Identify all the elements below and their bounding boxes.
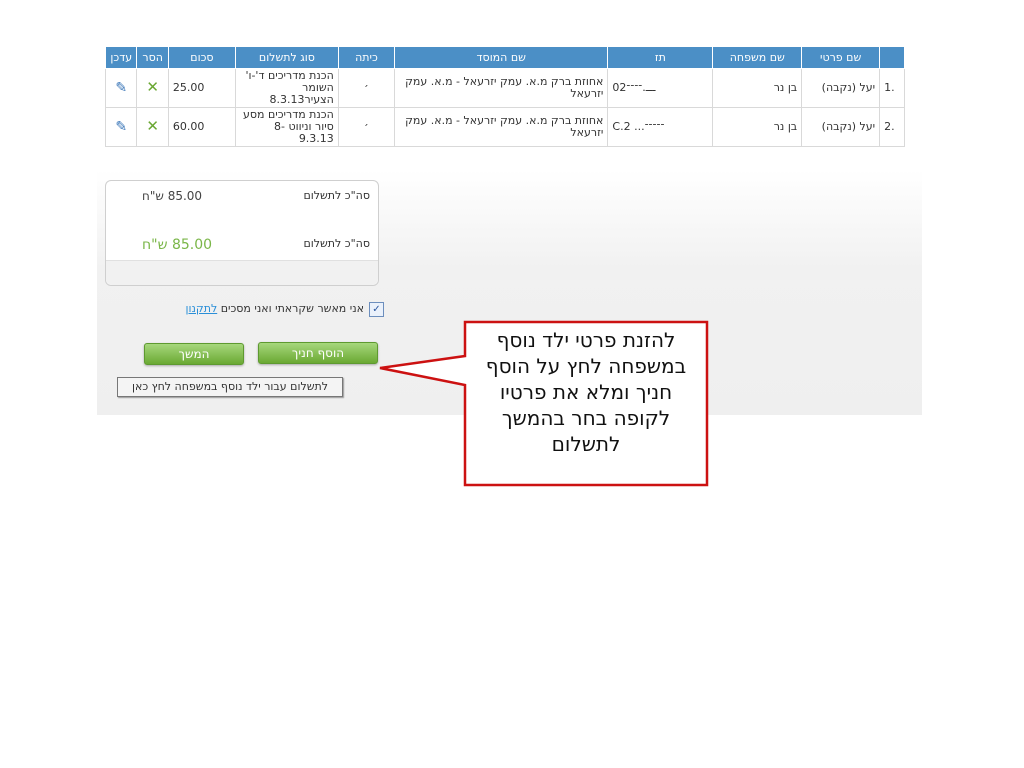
institution-cell: אחוזת ברק מ.א. עמק יזרעאל - מ.א. עמק יזר…: [394, 68, 609, 108]
table-row: .1 יעל (נקבה) בן נר 0ـــ.־־־־2 אחוזת ברק…: [104, 68, 905, 108]
remove-cell[interactable]: ✕: [136, 68, 169, 108]
amount-cell: 60.00: [167, 107, 236, 147]
id-cell: 0ـــ.־־־־2: [607, 68, 714, 108]
header-last-name: שם משפחה: [712, 46, 803, 69]
callout-text: להזנת פרטי ילד נוסף במשפחה לחץ על הוסף ח…: [485, 328, 687, 456]
total-label: סה"כ לתשלום: [303, 189, 370, 202]
header-index: [879, 46, 905, 69]
add-child-button[interactable]: הוסף חניך: [258, 342, 378, 364]
terms-checkbox[interactable]: ✓: [369, 302, 384, 317]
header-amount: סכום: [167, 46, 236, 69]
pencil-icon[interactable]: ✎: [115, 80, 127, 96]
header-payment-type: סוג לתשלום: [234, 46, 339, 69]
class-cell: ׳: [337, 107, 396, 147]
table-row: .2 יעל (נקבה) בן נר C.־־־־־... 2 אחוזת ב…: [104, 107, 905, 147]
total-amount: 85.00: [167, 189, 203, 203]
payment-type-cell: הכנת מדריכים ד'-ו' השומר הצעיר8.3.13: [234, 68, 339, 108]
first-name-cell: יעל (נקבה): [801, 107, 881, 147]
table-header-row: שם פרטי שם משפחה תז שם המוסד כיתה סוג לת…: [104, 46, 905, 69]
currency: ש"ח: [142, 237, 168, 253]
header-institution: שם המוסד: [394, 46, 609, 69]
totals-footer: [106, 260, 378, 285]
class-cell: ׳: [337, 68, 396, 108]
header-id: תז: [607, 46, 714, 69]
payments-table: שם פרטי שם משפחה תז שם המוסד כיתה סוג לת…: [104, 46, 905, 147]
edit-cell[interactable]: ✎: [104, 68, 138, 108]
pencil-icon[interactable]: ✎: [115, 119, 127, 135]
last-name-cell: בן נר: [712, 107, 803, 147]
last-name-cell: בן נר: [712, 68, 803, 108]
row-index: .2: [879, 107, 905, 147]
row-index: .1: [879, 68, 905, 108]
header-edit: עדכן: [104, 46, 138, 69]
total-value: 85.00 ש"ח: [142, 189, 202, 203]
remove-cell[interactable]: ✕: [136, 107, 169, 147]
terms-text: אני מאשר שקראתי ואני מסכים לתקנון: [186, 302, 364, 315]
edit-cell[interactable]: ✎: [104, 107, 138, 147]
x-icon[interactable]: ✕: [146, 117, 159, 135]
header-class: כיתה: [337, 46, 396, 69]
amount-cell: 25.00: [167, 68, 236, 108]
x-icon[interactable]: ✕: [146, 78, 159, 96]
totals-box: סה"כ לתשלום 85.00 ש"ח סה"כ לתשלום 85.00 …: [105, 180, 379, 286]
continue-button[interactable]: המשך: [144, 343, 244, 365]
id-cell: C.־־־־־... 2: [607, 107, 714, 147]
header-remove: הסר: [136, 46, 169, 69]
terms-label: אני מאשר שקראתי ואני מסכים: [217, 302, 364, 315]
header-first-name: שם פרטי: [801, 46, 881, 69]
payment-type-cell: הכנת מדריכים מסע סיור וניווט 8-9.3.13: [234, 107, 339, 147]
pay-other-child-button[interactable]: לתשלום עבור ילד נוסף במשפחה לחץ כאן: [117, 377, 343, 397]
terms-link[interactable]: לתקנון: [186, 302, 218, 315]
total-amount: 85.00: [171, 237, 213, 253]
first-name-cell: יעל (נקבה): [801, 68, 881, 108]
currency: ש"ח: [142, 189, 164, 203]
total-value: 85.00 ש"ח: [142, 237, 212, 253]
total-label: סה"כ לתשלום: [303, 237, 370, 250]
institution-cell: אחוזת ברק מ.א. עמק יזרעאל - מ.א. עמק יזר…: [394, 107, 609, 147]
